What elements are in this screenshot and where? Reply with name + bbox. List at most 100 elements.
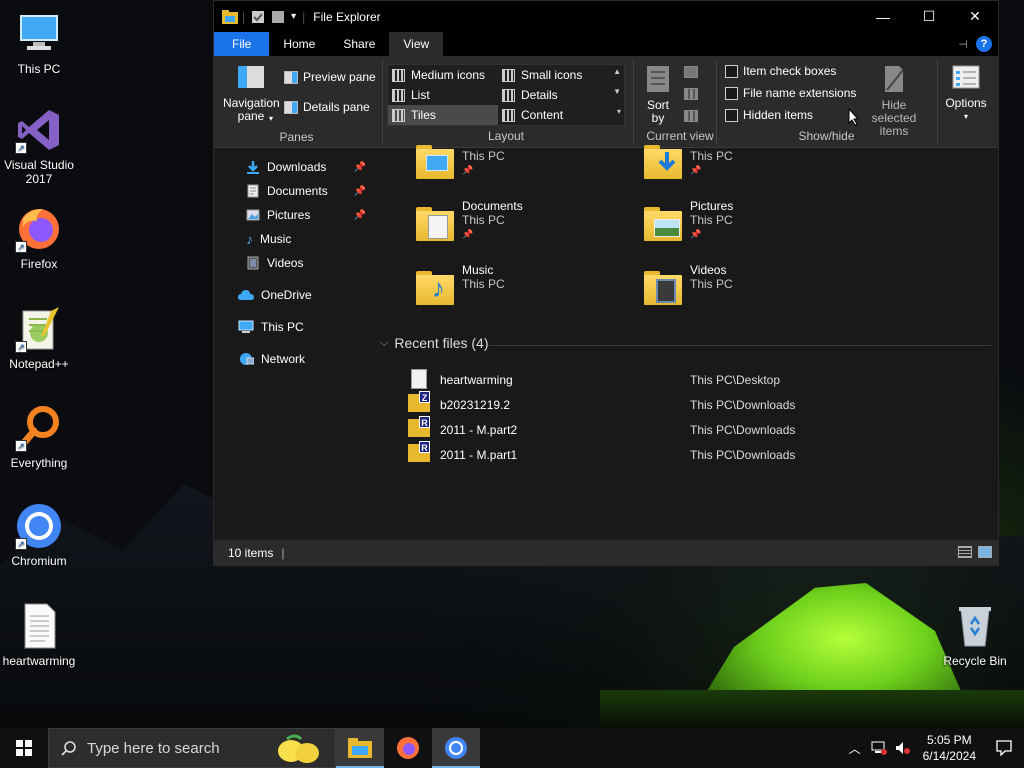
documents-folder-icon [416,205,454,241]
recent-file-row[interactable]: heartwarming This PC\Desktop [408,368,968,392]
music-folder-icon: ♪ [416,269,454,305]
recent-file-row[interactable]: R 2011 - M.part1 This PC\Downloads [408,441,968,467]
desktop-icon-notepad-plus-plus[interactable]: ↗ Notepad++ [0,305,78,371]
quick-access-tile-desktop[interactable]: This PC 📌 [416,145,505,179]
nav-item-this-pc[interactable]: This PC [238,317,370,337]
item-check-boxes-checkbox[interactable]: Item check boxes [725,64,836,78]
hide-selected-items-button[interactable]: Hide selected items [854,64,934,138]
chromium-icon [445,737,467,759]
videos-folder-icon [644,269,682,305]
desktop-icon-this-pc[interactable]: This PC [0,10,78,76]
nav-item-label: Music [260,232,292,246]
preview-pane-button[interactable]: Preview pane [284,70,376,84]
shortcut-arrow-icon: ↗ [15,538,27,550]
new-folder-icon[interactable] [271,10,285,24]
nav-item-documents[interactable]: Documents 📌 [246,181,370,201]
recent-file-name: b20231219.2 [440,398,511,412]
layout-expand-icon[interactable]: ▾ [617,107,621,116]
shortcut-arrow-icon: ↗ [15,440,27,452]
ribbon-group-label: Current view [646,129,714,143]
tab-file[interactable]: File [214,32,270,56]
sort-by-button[interactable]: Sort by [639,64,677,125]
clock-date: 6/14/2024 [922,749,976,763]
quick-access-tile-music[interactable]: ♪ Music This PC [416,263,505,305]
quick-access-tile-pictures[interactable]: Pictures This PC 📌 [644,199,733,241]
tile-location: This PC [690,213,733,227]
preview-pane-icon [284,70,298,84]
onedrive-icon [238,290,254,300]
music-icon: ♪ [246,231,253,247]
ribbon-view: Navigation pane ▾ Preview pane Details p… [214,56,998,148]
properties-icon[interactable] [251,10,265,24]
tab-home[interactable]: Home [269,32,329,56]
close-button[interactable]: ✕ [952,1,998,32]
status-bar: 10 items | [214,540,998,565]
checkbox-icon [725,108,738,122]
navigation-pane-button[interactable]: Navigation pane ▾ [220,64,282,125]
taskbar-clock[interactable]: 5:05 PM 6/14/2024 [915,732,984,764]
details-pane-button[interactable]: Details pane [284,100,370,114]
start-button[interactable] [0,728,48,768]
layout-content[interactable]: Content [498,105,608,125]
taskbar-file-explorer[interactable] [336,728,384,768]
show-hidden-icons-button[interactable]: ︿ [843,728,867,768]
large-icons-view-icon[interactable] [978,546,992,558]
help-icon[interactable]: ? [976,36,992,52]
details-icon [502,88,515,102]
nav-item-downloads[interactable]: Downloads 📌 [246,157,370,177]
details-view-icon[interactable] [958,546,972,558]
network-status-icon[interactable] [867,728,891,768]
layout-scroll-up-icon[interactable]: ▲ [613,67,621,76]
taskbar-firefox[interactable] [384,728,432,768]
group-by-icon[interactable] [684,66,698,78]
minimize-button[interactable]: — [860,1,906,32]
tile-name: Documents [462,199,523,213]
nav-item-videos[interactable]: Videos [246,253,370,273]
desktop-icon-visual-studio[interactable]: ↗ Visual Studio 2017 [0,106,78,186]
quick-access-tile-documents[interactable]: Documents This PC 📌 [416,199,523,241]
documents-icon [247,184,259,198]
recent-file-row[interactable]: R 2011 - M.part2 This PC\Downloads [408,416,968,442]
customize-quick-access-icon[interactable]: ▾ [291,11,296,22]
nav-item-music[interactable]: ♪ Music [246,229,370,249]
add-columns-icon[interactable] [684,88,698,100]
desktop-icon-chromium[interactable]: ↗ Chromium [0,502,78,568]
tab-share[interactable]: Share [329,32,389,56]
desktop-icon-heartwarming[interactable]: heartwarming [0,602,78,668]
nav-item-label: This PC [261,320,304,334]
action-center-button[interactable] [984,728,1024,768]
desktop-icon-everything[interactable]: ↗ Everything [0,404,78,470]
nav-item-pictures[interactable]: Pictures 📌 [246,205,370,225]
layout-tiles[interactable]: Tiles [388,105,498,125]
pin-ribbon-icon[interactable]: ⊣ [958,38,968,51]
layout-small-icons[interactable]: Small icons [498,65,608,85]
options-button[interactable]: Options ▾ [942,64,990,123]
size-columns-icon[interactable] [684,110,698,122]
volume-muted-icon[interactable] [891,728,915,768]
tab-view[interactable]: View [389,32,444,56]
nav-item-label: Network [261,352,306,366]
layout-medium-icons[interactable]: Medium icons [388,65,498,85]
recent-file-row[interactable]: Z b20231219.2 This PC\Downloads [408,391,968,417]
hidden-items-checkbox[interactable]: Hidden items [725,108,813,122]
pin-icon: 📌 [353,161,366,173]
layout-scroll-down-icon[interactable]: ▼ [613,87,621,96]
recent-file-name: 2011 - M.part2 [440,423,518,437]
quick-access-tile-downloads[interactable]: This PC 📌 [644,145,733,179]
desktop-icon-recycle-bin[interactable]: Recycle Bin [936,602,1014,668]
maximize-icon: ☐ [922,8,936,24]
layout-list[interactable]: List [388,85,498,105]
recent-files-header[interactable]: ⌵ Recent files (4) [380,335,489,351]
notepad-plus-plus-icon: ↗ [15,305,63,353]
layout-details[interactable]: Details [498,85,608,105]
downloads-icon [247,161,259,174]
ribbon-tabs: File Home Share View ⊣ ? [214,32,998,56]
nav-item-onedrive[interactable]: OneDrive [238,285,370,305]
taskbar-chromium[interactable] [432,728,480,768]
nav-item-network[interactable]: Network [238,349,370,369]
taskbar-search-box[interactable]: Type here to search [48,728,336,768]
maximize-button[interactable]: ☐ [906,1,952,32]
file-name-extensions-checkbox[interactable]: File name extensions [725,86,856,100]
desktop-icon-firefox[interactable]: ↗ Firefox [0,205,78,271]
quick-access-tile-videos[interactable]: Videos This PC [644,263,733,305]
